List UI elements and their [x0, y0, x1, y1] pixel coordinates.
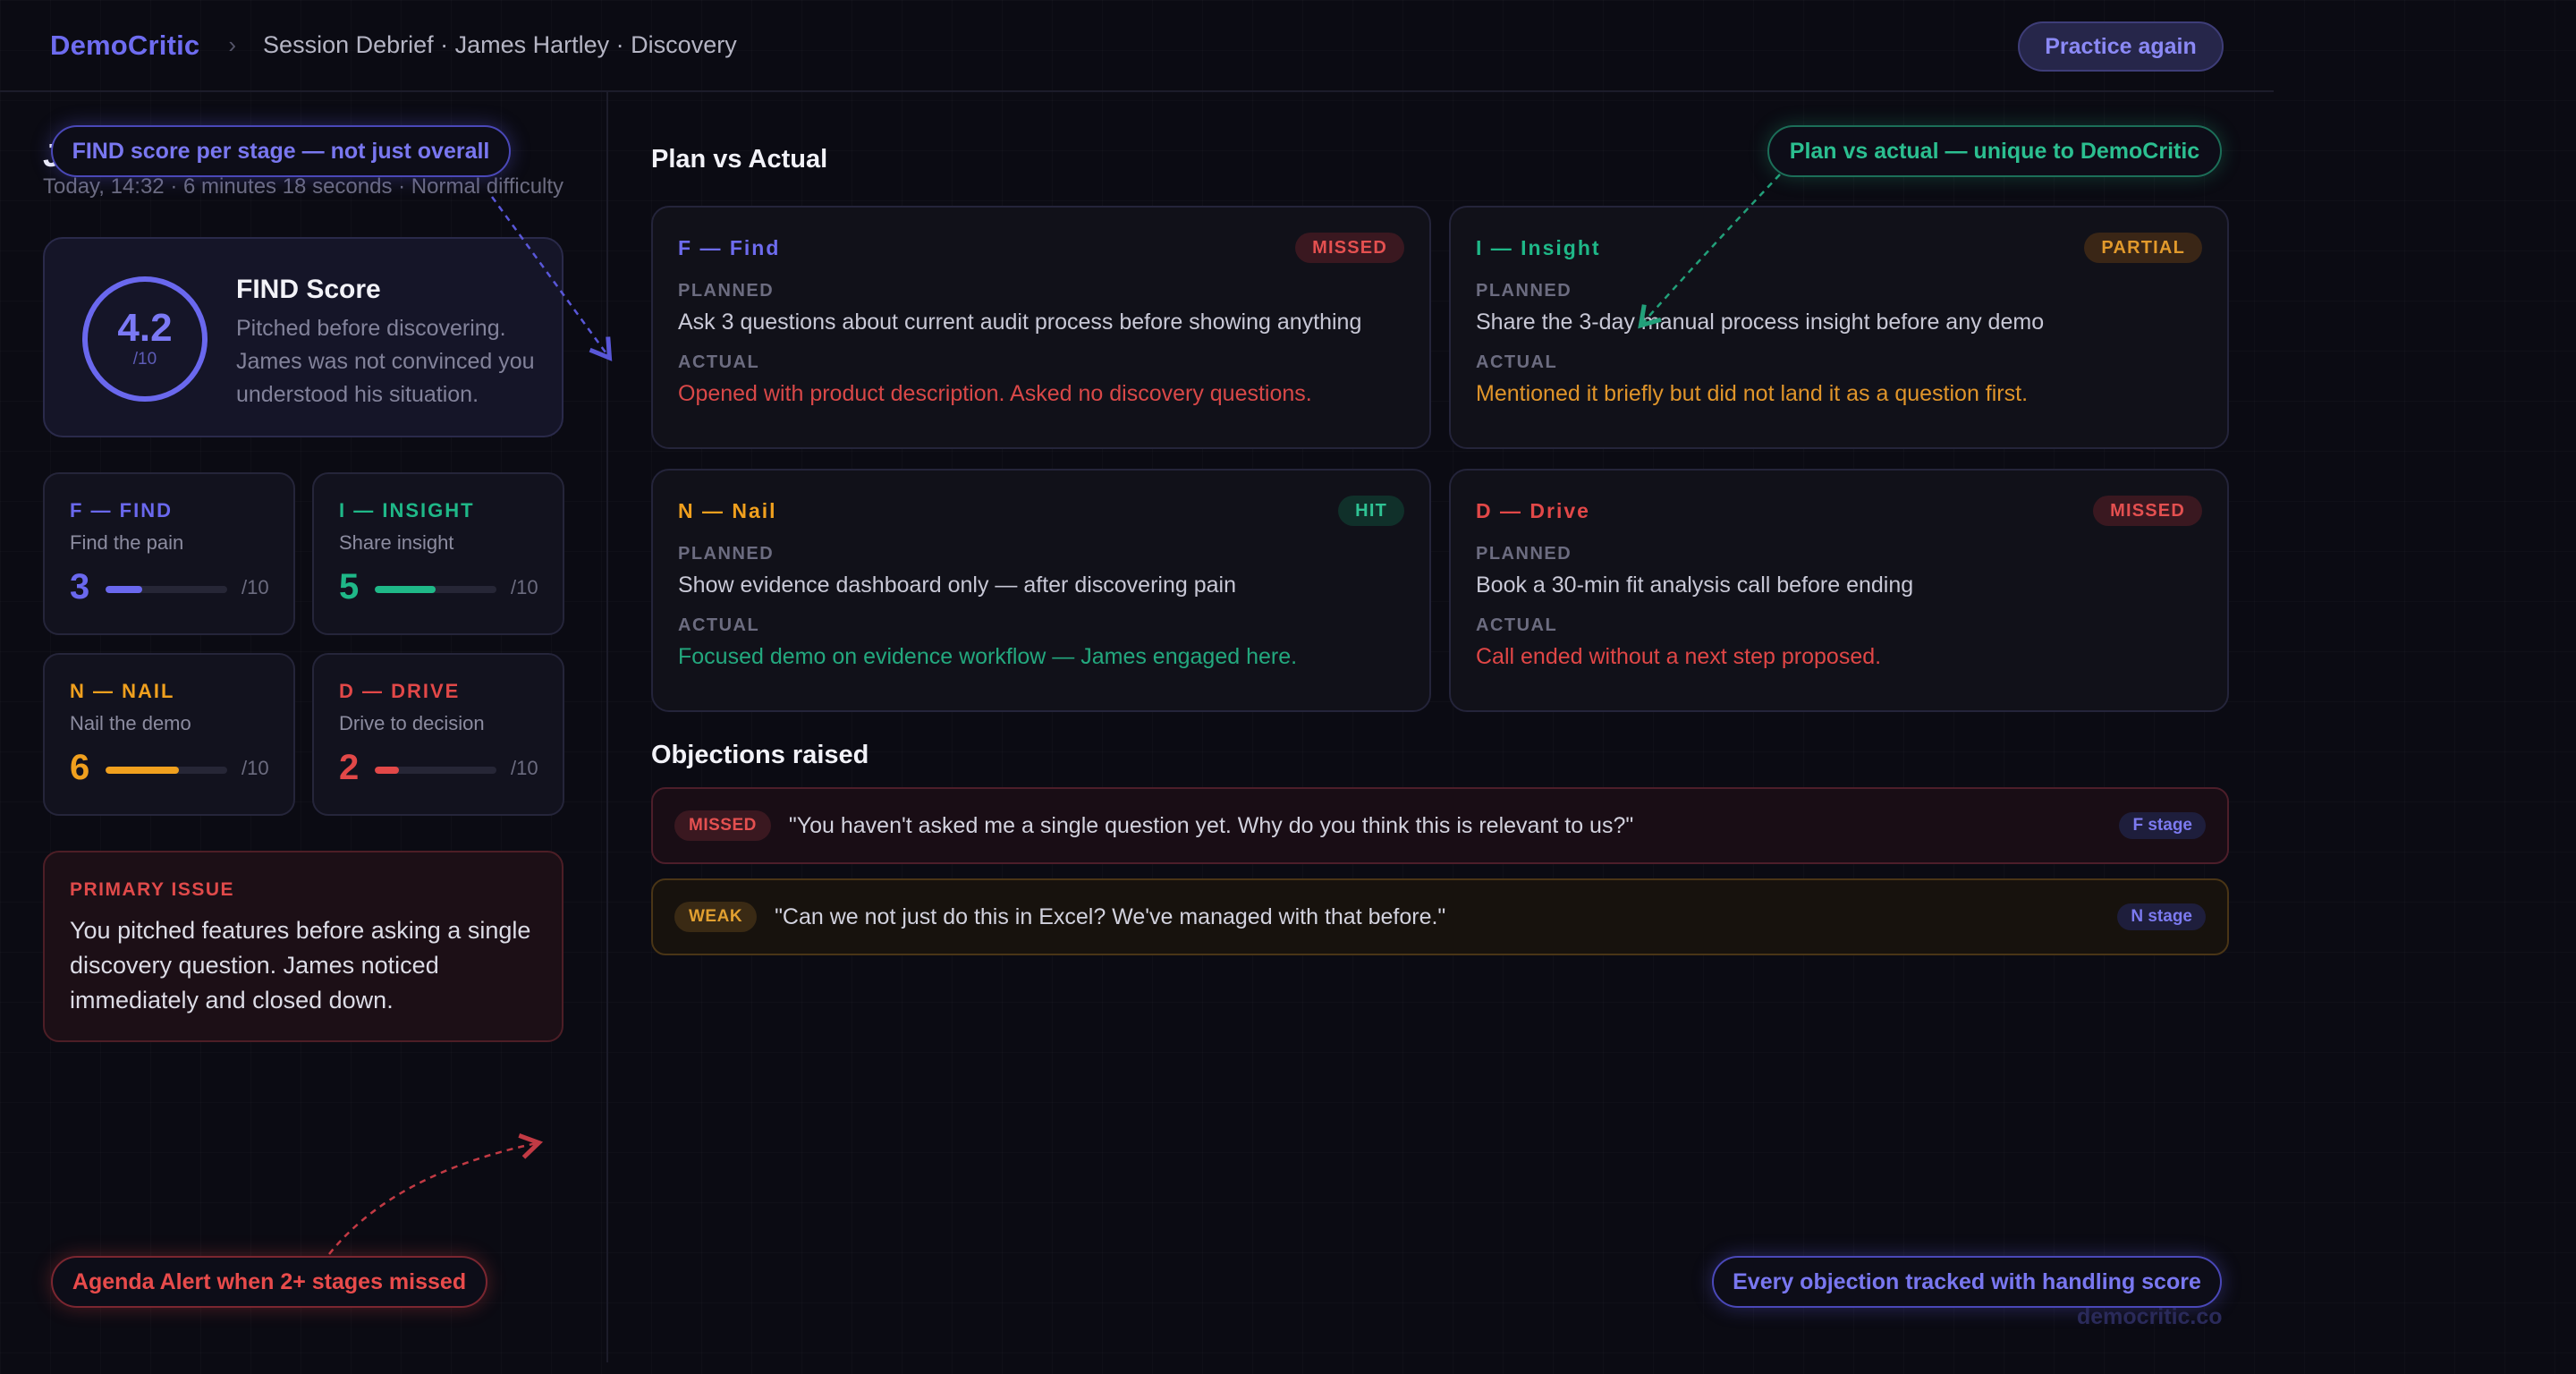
- actual-label: ACTUAL: [678, 615, 760, 635]
- plan-vs-actual-title: Plan vs Actual: [651, 145, 828, 174]
- plan-card-nail: N — Nail HIT PLANNED Show evidence dashb…: [651, 469, 1431, 712]
- practice-again-button[interactable]: Practice again: [2018, 21, 2224, 72]
- find-score-value: 4.2: [117, 306, 173, 350]
- stage-subtitle: Share insight: [339, 531, 454, 554]
- objection-row[interactable]: WEAK "Can we not just do this in Excel? …: [651, 878, 2229, 955]
- objections-title: Objections raised: [651, 741, 869, 769]
- planned-text: Ask 3 questions about current audit proc…: [678, 310, 1362, 335]
- objection-stage-tag: N stage: [2117, 903, 2206, 930]
- left-panel: J Today, 14:32 · 6 minutes 18 seconds · …: [0, 92, 608, 1362]
- planned-text: Share the 3-day manual process insight b…: [1476, 310, 2045, 335]
- objection-stage-tag: F stage: [2119, 812, 2206, 839]
- actual-text: Opened with product description. Asked n…: [678, 381, 1312, 406]
- stage-score: 2: [339, 748, 360, 787]
- stage-progress-fill: [375, 586, 436, 593]
- stage-score: 6: [70, 748, 90, 787]
- plan-card-drive: D — Drive MISSED PLANNED Book a 30-min f…: [1449, 469, 2229, 712]
- actual-text: Focused demo on evidence workflow — Jame…: [678, 644, 1298, 669]
- plan-card-insight: I — Insight PARTIAL PLANNED Share the 3-…: [1449, 206, 2229, 449]
- plan-card-title: N — Nail: [678, 499, 777, 522]
- stage-title: I — INSIGHT: [339, 499, 475, 522]
- callout-agenda-alert: Agenda Alert when 2+ stages missed: [51, 1256, 487, 1308]
- objection-quote: "Can we not just do this in Excel? We've…: [775, 903, 1446, 929]
- stage-denominator: /10: [511, 757, 538, 779]
- stage-progress-fill: [106, 586, 142, 593]
- session-meta: Today, 14:32 · 6 minutes 18 seconds · No…: [43, 174, 564, 199]
- actual-text: Call ended without a next step proposed.: [1476, 644, 1882, 669]
- stage-title: F — FIND: [70, 499, 173, 522]
- planned-label: PLANNED: [678, 544, 775, 564]
- actual-label: ACTUAL: [1476, 615, 1558, 635]
- plan-card-title: F — Find: [678, 236, 781, 259]
- plan-card-title: I — Insight: [1476, 236, 1601, 259]
- callout-find-per-stage: FIND score per stage — not just overall: [51, 125, 511, 177]
- stage-card-find: F — FIND Find the pain 3 /10: [43, 472, 295, 635]
- actual-label: ACTUAL: [678, 352, 760, 372]
- stage-card-drive: D — DRIVE Drive to decision 2 /10: [312, 653, 564, 816]
- stage-subtitle: Drive to decision: [339, 712, 485, 734]
- actual-text: Mentioned it briefly but did not land it…: [1476, 381, 2029, 406]
- callout-objections-tracked: Every objection tracked with handling sc…: [1712, 1256, 2222, 1308]
- callout-plan-vs-actual: Plan vs actual — unique to DemoCritic: [1767, 125, 2222, 177]
- breadcrumb: Session Debrief · James Hartley · Discov…: [263, 31, 737, 58]
- planned-label: PLANNED: [1476, 281, 1572, 301]
- find-score-description: Pitched before discovering. James was no…: [236, 316, 535, 407]
- stage-progress-bar: [106, 586, 227, 593]
- stage-subtitle: Find the pain: [70, 531, 184, 554]
- stage-title: N — NAIL: [70, 680, 175, 702]
- stage-progress-fill: [375, 767, 400, 774]
- find-score-denominator: /10: [132, 350, 157, 369]
- stage-denominator: /10: [242, 576, 269, 598]
- planned-text: Book a 30-min fit analysis call before e…: [1476, 572, 1914, 598]
- stage-score: 3: [70, 567, 90, 606]
- stage-progress-bar: [375, 767, 496, 774]
- plan-card-find: F — Find MISSED PLANNED Ask 3 questions …: [651, 206, 1431, 449]
- stage-progress-bar: [106, 767, 227, 774]
- objection-row[interactable]: MISSED "You haven't asked me a single qu…: [651, 787, 2229, 864]
- stage-title: D — DRIVE: [339, 680, 461, 702]
- planned-text: Show evidence dashboard only — after dis…: [678, 572, 1236, 598]
- status-badge: PARTIAL: [2084, 233, 2202, 263]
- top-bar: DemoCritic › Session Debrief · James Har…: [0, 0, 2274, 92]
- objection-status-badge: MISSED: [674, 810, 771, 841]
- brand-logo[interactable]: DemoCritic: [50, 30, 199, 62]
- stage-card-insight: I — INSIGHT Share insight 5 /10: [312, 472, 564, 635]
- primary-issue-text: You pitched features before asking a sin…: [70, 917, 531, 1014]
- stage-card-nail: N — NAIL Nail the demo 6 /10: [43, 653, 295, 816]
- primary-issue-card: PRIMARY ISSUE You pitched features befor…: [43, 851, 564, 1042]
- find-score-card: 4.2 /10 FIND Score Pitched before discov…: [43, 237, 564, 437]
- debrief-app: DemoCritic › Session Debrief · James Har…: [0, 0, 2274, 1374]
- stage-progress-fill: [106, 767, 179, 774]
- stage-score: 5: [339, 567, 360, 606]
- stage-progress-bar: [375, 586, 496, 593]
- score-ring: 4.2 /10: [82, 276, 208, 402]
- status-badge: MISSED: [2093, 496, 2202, 526]
- find-score-title: FIND Score: [236, 275, 381, 304]
- objection-status-badge: WEAK: [674, 902, 758, 932]
- stage-denominator: /10: [511, 576, 538, 598]
- actual-label: ACTUAL: [1476, 352, 1558, 372]
- planned-label: PLANNED: [1476, 544, 1572, 564]
- plan-card-title: D — Drive: [1476, 499, 1590, 522]
- status-badge: MISSED: [1295, 233, 1404, 263]
- stage-subtitle: Nail the demo: [70, 712, 191, 734]
- breadcrumb-separator: ›: [228, 31, 237, 58]
- stage-denominator: /10: [242, 757, 269, 779]
- planned-label: PLANNED: [678, 281, 775, 301]
- watermark: democritic.co: [2077, 1304, 2223, 1329]
- status-badge: HIT: [1338, 496, 1404, 526]
- objection-quote: "You haven't asked me a single question …: [788, 812, 1634, 838]
- primary-issue-label: PRIMARY ISSUE: [70, 879, 235, 900]
